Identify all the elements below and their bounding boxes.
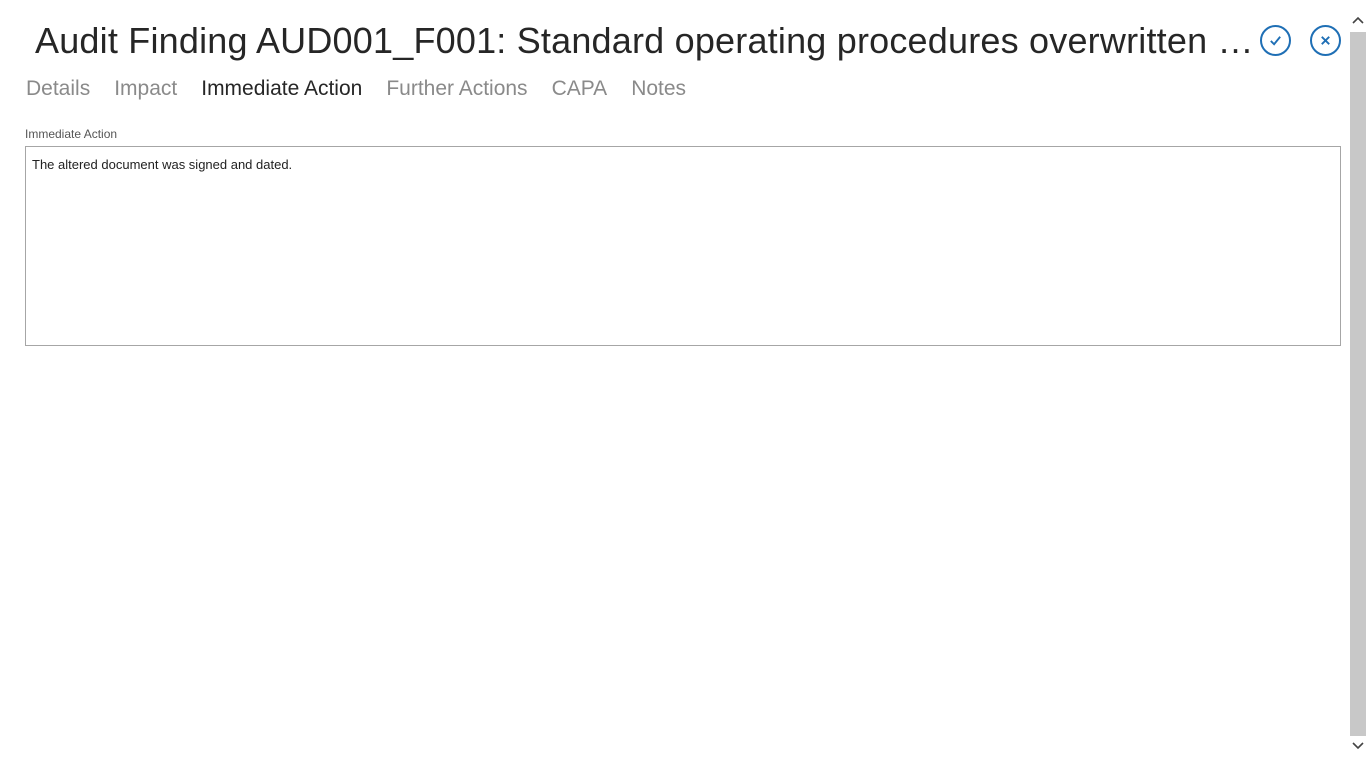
close-icon <box>1321 36 1330 45</box>
chevron-up-icon <box>1351 16 1364 24</box>
tab-further-actions[interactable]: Further Actions <box>386 74 527 104</box>
tab-details[interactable]: Details <box>26 74 90 104</box>
tab-capa[interactable]: CAPA <box>552 74 608 104</box>
tab-impact[interactable]: Impact <box>114 74 177 104</box>
tab-notes[interactable]: Notes <box>631 74 686 104</box>
tab-immediate-action[interactable]: Immediate Action <box>201 74 362 104</box>
chevron-down-icon <box>1351 742 1364 750</box>
immediate-action-label: Immediate Action <box>25 127 118 141</box>
tab-bar: Details Impact Immediate Action Further … <box>26 74 686 104</box>
close-button[interactable] <box>1310 25 1341 56</box>
save-button[interactable] <box>1260 25 1291 56</box>
check-icon <box>1270 36 1281 46</box>
audit-finding-form: Audit Finding AUD001_F001: Standard oper… <box>0 0 1366 768</box>
scroll-up-button[interactable] <box>1349 8 1366 32</box>
scrollbar-thumb[interactable] <box>1350 32 1366 736</box>
immediate-action-field[interactable] <box>25 146 1341 346</box>
page-title: Audit Finding AUD001_F001: Standard oper… <box>35 20 1257 61</box>
scroll-down-button[interactable] <box>1349 734 1366 758</box>
